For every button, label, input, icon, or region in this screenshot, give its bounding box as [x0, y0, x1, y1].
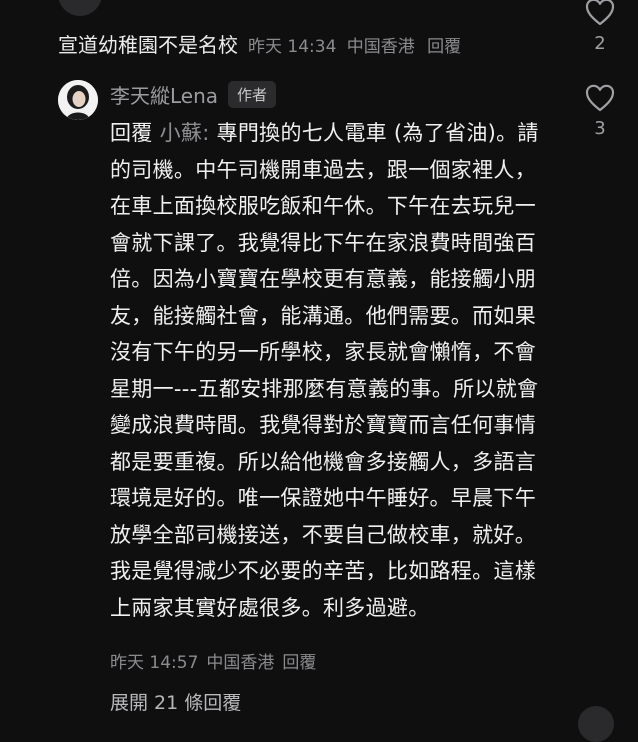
top-comment-location: 中国香港	[346, 37, 415, 57]
reply-time: 昨天 14:57	[110, 653, 199, 673]
user-avatar[interactable]	[58, 80, 98, 120]
author-badge: 作者	[228, 81, 277, 108]
top-comment-like-count: 2	[594, 33, 606, 54]
reply-location: 中国香港	[206, 653, 275, 673]
top-comment-time: 昨天 14:34	[248, 37, 337, 57]
reply-meta: 昨天 14:57 中国香港 回覆	[110, 648, 324, 673]
reply-reply-button[interactable]: 回覆	[282, 653, 316, 673]
reply-author-name[interactable]: 李天縱Lena	[110, 80, 218, 109]
reply-author-row: 李天縱Lena 作者	[110, 80, 277, 109]
reply-body-text: 專門換的七人電車 (為了省油)。請的司機。中午司機開車過去，跟一個家裡人，在車上…	[110, 121, 539, 620]
top-comment: 宣道幼稚園不是名校 昨天 14:34 中国香港 回覆	[58, 31, 538, 61]
top-comment-avatar[interactable]	[58, 0, 102, 16]
expand-replies-button[interactable]: 展開 21 條回覆	[110, 688, 241, 715]
reply-like-count: 3	[594, 118, 606, 139]
top-comment-text: 宣道幼稚園不是名校	[58, 33, 238, 57]
partial-avatar	[578, 706, 614, 742]
reply-text: 回覆 小蘇: 專門換的七人電車 (為了省油)。請的司機。中午司機開車過去，跟一個…	[110, 115, 556, 626]
reply-prefix: 回覆	[110, 121, 153, 145]
reply-mention[interactable]: 小蘇:	[160, 121, 210, 145]
top-comment-reply-button[interactable]: 回覆	[427, 37, 461, 57]
heart-outline-icon[interactable]	[585, 0, 615, 26]
heart-outline-icon[interactable]	[585, 84, 615, 112]
